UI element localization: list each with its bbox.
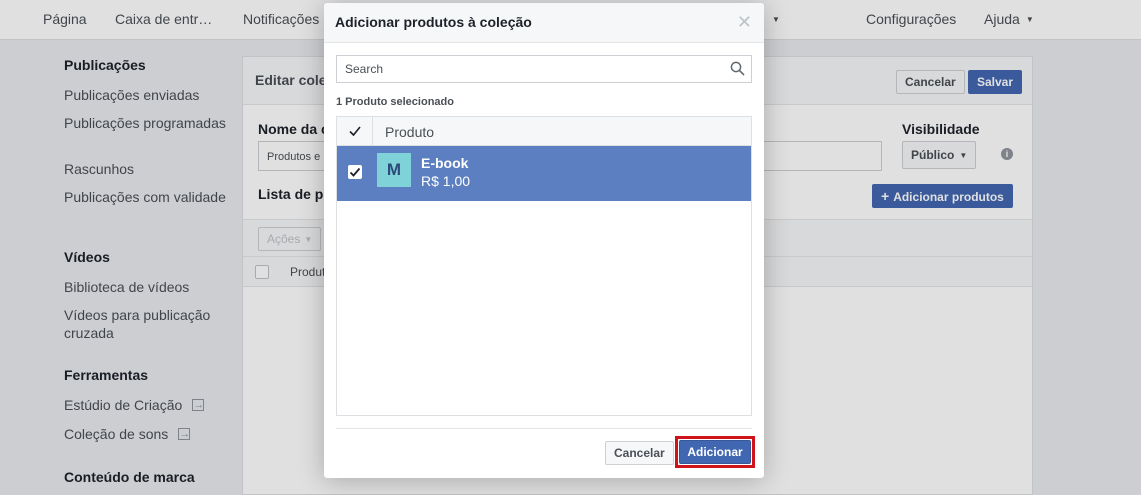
product-price: R$ 1,00: [421, 173, 471, 189]
product-checkbox[interactable]: [348, 165, 362, 179]
add-products-dialog: Adicionar produtos à coleção ✕ 1 Produto…: [324, 3, 764, 478]
product-thumbnail: M: [377, 153, 411, 187]
dialog-cancel-button[interactable]: Cancelar: [605, 441, 674, 465]
product-row[interactable]: M E-book R$ 1,00: [337, 146, 751, 201]
dialog-header: Adicionar produtos à coleção ✕: [324, 3, 764, 43]
dialog-divider: [336, 428, 752, 429]
column-header-product: Produto: [385, 124, 435, 140]
search-icon[interactable]: [730, 61, 745, 76]
product-list: Produto M E-book R$ 1,00: [336, 116, 752, 416]
checkmark-icon: [349, 167, 361, 177]
dialog-title: Adicionar produtos à coleção: [335, 14, 532, 30]
select-all-cell: [337, 117, 373, 145]
close-icon[interactable]: ✕: [737, 12, 752, 32]
checkmark-icon: [349, 126, 361, 137]
selected-count: 1 Produto selecionado: [336, 96, 454, 108]
select-all-checkbox[interactable]: [348, 124, 362, 138]
search-input[interactable]: [337, 56, 717, 82]
dialog-add-button[interactable]: Adicionar: [679, 440, 751, 464]
product-list-header: Produto: [337, 117, 751, 146]
product-name: E-book: [421, 155, 469, 171]
search-field: [336, 55, 752, 83]
